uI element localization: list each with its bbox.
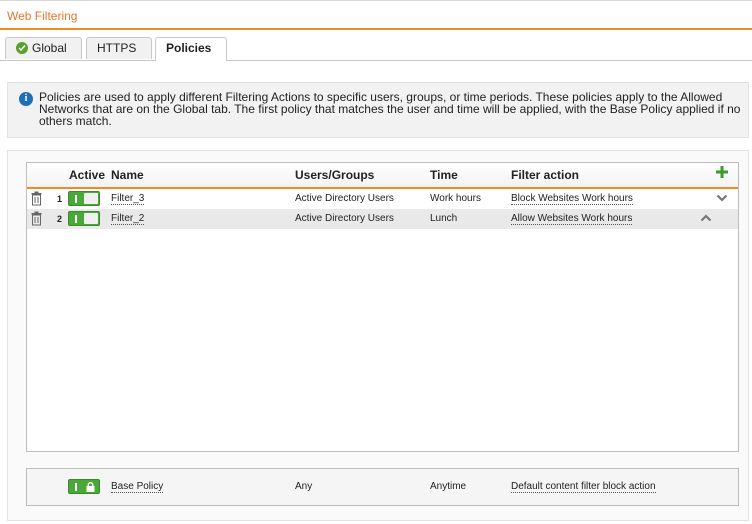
- add-policy-icon[interactable]: [715, 165, 729, 179]
- grid-header: Active Name Users/Groups Time Filter act…: [27, 163, 738, 189]
- table-row[interactable]: 1 Filter_3 Active Directory Users Work h…: [27, 189, 738, 209]
- policy-time: Lunch: [430, 213, 458, 224]
- policy-users: Active Directory Users: [295, 213, 394, 224]
- header-active: Active: [69, 168, 106, 182]
- check-circle-icon: [16, 42, 28, 54]
- active-toggle[interactable]: [68, 191, 100, 206]
- base-policy-users: Any: [295, 481, 313, 492]
- policy-filter-link[interactable]: Block Websites Work hours: [511, 193, 633, 205]
- info-text: Policies are used to apply different Fil…: [39, 90, 741, 128]
- base-policy-row: Base Policy Any Anytime Default content …: [26, 468, 739, 506]
- move-up-icon[interactable]: [700, 213, 712, 223]
- policy-time: Work hours: [430, 193, 481, 204]
- header-name[interactable]: Name: [111, 168, 144, 182]
- header-time[interactable]: Time: [430, 168, 458, 182]
- tab-strip: Global HTTPS Policies: [0, 37, 752, 61]
- header-users[interactable]: Users/Groups: [295, 168, 374, 182]
- tab-policies[interactable]: Policies: [155, 37, 227, 61]
- base-policy-toggle: [68, 479, 100, 494]
- row-index: 1: [57, 194, 63, 204]
- base-policy-time: Anytime: [430, 481, 467, 492]
- row-index: 2: [57, 214, 63, 224]
- policy-name-link[interactable]: Filter_2: [111, 213, 145, 225]
- window-title: Web Filtering: [7, 9, 78, 23]
- policy-name-link[interactable]: Filter_3: [111, 193, 145, 205]
- title-bar: Web Filtering: [0, 0, 752, 30]
- move-down-icon[interactable]: [716, 193, 728, 203]
- base-policy-name-link[interactable]: Base Policy: [111, 481, 164, 493]
- tab-global[interactable]: Global: [5, 37, 82, 59]
- active-toggle[interactable]: [68, 211, 100, 226]
- policy-filter-link[interactable]: Allow Websites Work hours: [511, 213, 633, 225]
- tab-https-label: HTTPS: [97, 41, 137, 55]
- base-policy-filter-link[interactable]: Default content filter block action: [511, 481, 656, 493]
- tab-policies-label: Policies: [166, 41, 212, 55]
- lock-icon: [86, 482, 95, 495]
- policy-users: Active Directory Users: [295, 193, 394, 204]
- policy-grid: Active Name Users/Groups Time Filter act…: [26, 162, 739, 452]
- info-box: i Policies are used to apply different F…: [7, 82, 749, 138]
- info-icon: i: [19, 92, 33, 106]
- table-row[interactable]: 2 Filter_2 Active Directory Users Lunch …: [27, 209, 738, 229]
- trash-icon[interactable]: [31, 211, 42, 226]
- tab-global-label: Global: [32, 41, 67, 55]
- tab-https[interactable]: HTTPS: [86, 37, 152, 59]
- policies-panel: Active Name Users/Groups Time Filter act…: [7, 150, 749, 521]
- trash-icon[interactable]: [31, 191, 42, 206]
- header-filter[interactable]: Filter action: [511, 168, 579, 182]
